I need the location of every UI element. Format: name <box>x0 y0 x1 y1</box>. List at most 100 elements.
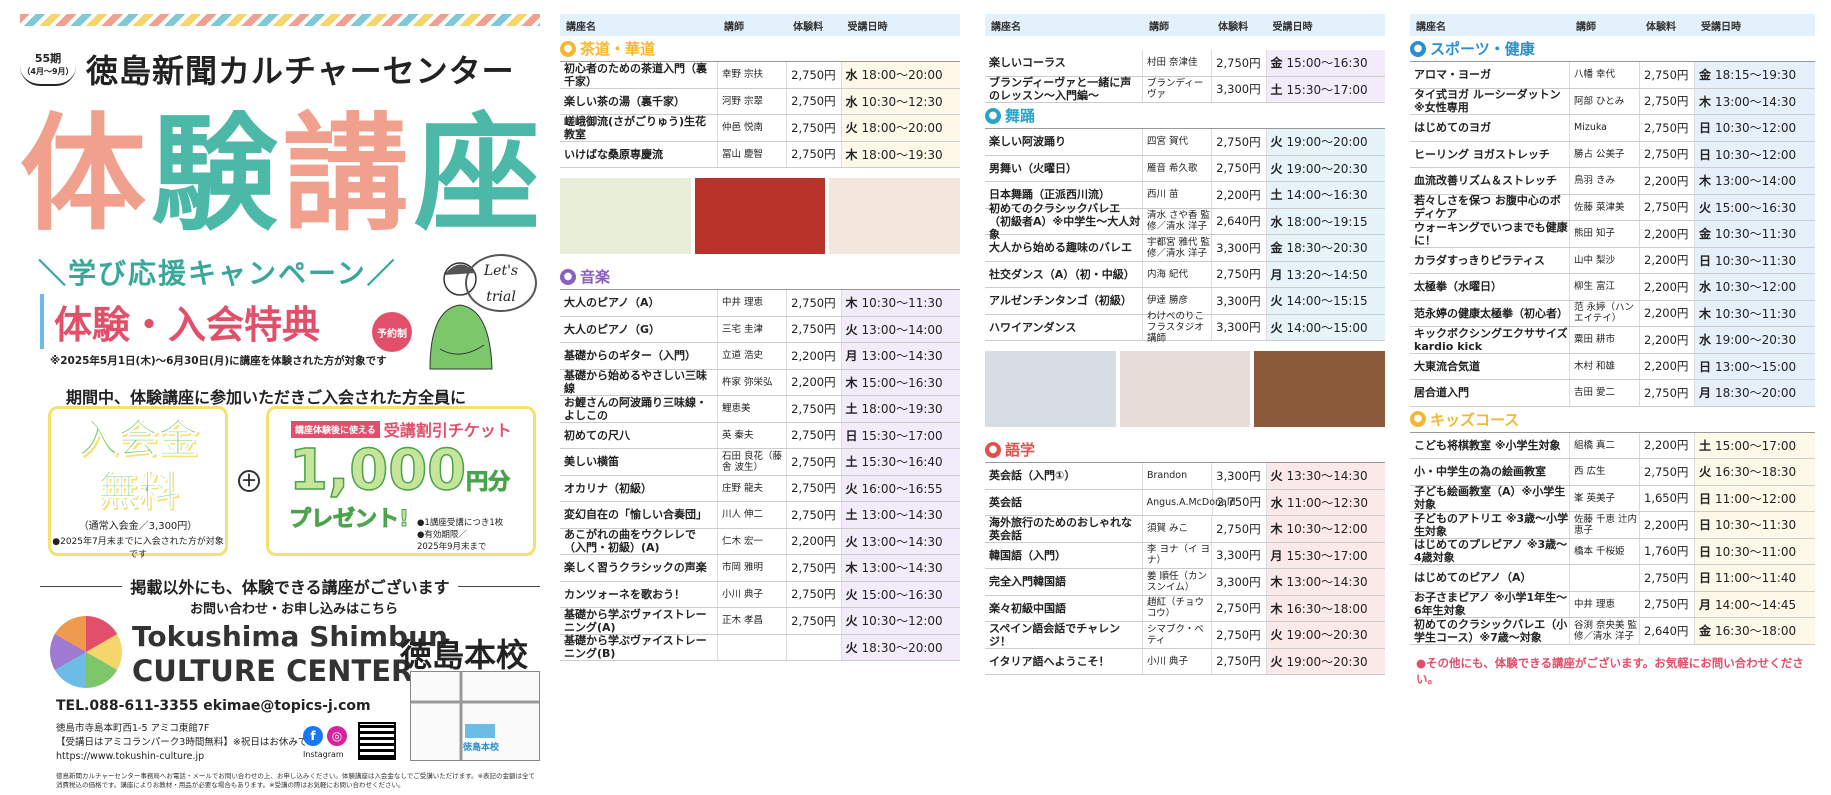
course-row[interactable]: 大人から始める趣味のバレエ 宇都宮 雅代 監修／清水 洋子 3,300円金 18:30… <box>985 235 1386 262</box>
course-row[interactable]: イタリア語へようこそ！ 小川 典子 2,750円火 19:00〜20:30 <box>985 648 1386 675</box>
course-row[interactable]: 初心者のための茶道入門（裏千家） 幸野 宗扶 2,750円水 18:00〜20:00 <box>560 62 961 89</box>
course-hours: 10:30〜11:30 <box>1715 306 1797 321</box>
course-hours: 10:30〜12:00 <box>1715 121 1797 136</box>
course-row[interactable]: スペイン語会話でチャレンジ！ シマブク・ベティ 2,750円火 19:00〜20:30 <box>985 622 1386 649</box>
course-row[interactable]: 子ども絵画教室（A）※小学生対象峯 英美子 1,650円日 11:00〜12:00 <box>1410 485 1815 512</box>
course-hours: 11:00〜11:40 <box>1715 571 1797 586</box>
course-row[interactable]: 血流改善リズム＆ストレッチ 鳥羽 きみ 2,200円木 13:00〜14:00 <box>1410 168 1815 195</box>
course-fee: 2,750円 <box>787 62 842 88</box>
course-row[interactable]: アロマ・ヨーガ 八幡 幸代 2,750円金 18:15〜19:30 <box>1410 62 1815 89</box>
course-row[interactable]: 居合道入門 吉田 愛二 2,750円月 18:30〜20:00 <box>1410 380 1815 407</box>
course-row[interactable]: あこがれの曲をウクレレで（入門・初級）(A) 仁木 宏一 2,200円火 13:00〜… <box>560 528 961 555</box>
course-name: 初めてのクラシックバレエ（初級者A）※中学生〜大人対象 <box>985 202 1143 241</box>
course-hours: 14:00〜15:15 <box>1286 294 1368 309</box>
course-row[interactable]: 范永婷の健康太極拳（初心者）范 永婷（ハン エイテイ） 2,200円木 10:30〜… <box>1410 300 1815 327</box>
course-name: 美しい横笛 <box>560 449 718 475</box>
course-row[interactable]: 海外旅行のためのおしゃれな英会話 須賀 みこ 2,750円木 10:30〜12:00 <box>985 516 1386 543</box>
tokuten-heading: 体験・入会特典 <box>40 294 320 349</box>
course-time: 木 10:30〜11:30 <box>841 290 961 316</box>
course-row[interactable]: 楽々初級中国語 趙紅（チョウ コウ） 2,750円木 16:30〜18:00 <box>985 595 1386 622</box>
course-row[interactable]: お子さまピアノ ※小学1年生〜6年生対象 中井 理恵 2,750円月 14:00〜14… <box>1410 591 1815 618</box>
course-teacher: 中井 理恵 <box>1570 591 1640 617</box>
brand-line-2: CULTURE CENTER <box>132 654 414 688</box>
website-link[interactable]: https://www.tokushin-culture.jp <box>56 750 317 764</box>
course-row[interactable]: いけばな桑原専慶流 冨山 慶智 2,750円木 18:00〜19:30 <box>560 141 961 168</box>
course-name: 男舞い（火曜日） <box>985 155 1143 181</box>
course-time: 水 18:00〜20:00 <box>841 62 961 88</box>
course-row[interactable]: 大東流合気道 木村 和雄 2,200円日 13:00〜15:00 <box>1410 353 1815 380</box>
course-time: 日 10:30〜12:00 <box>1695 115 1815 141</box>
course-row[interactable]: こども将棋教室 ※小学生対象 組橋 真二 2,200円土 15:00〜17:00 <box>1410 432 1815 459</box>
course-row[interactable]: 基礎からのギター（入門） 立道 浩史 2,200円月 13:00〜14:30 <box>560 343 961 370</box>
course-hours: 16:30〜18:00 <box>1715 624 1797 639</box>
course-fee: 3,300円 <box>1212 314 1267 340</box>
course-row[interactable]: カラダすっきりピラティス 山中 梨沙 2,200円日 10:30〜11:30 <box>1410 247 1815 274</box>
course-row[interactable]: 太極拳（水曜日） 柳生 富江 2,200円水 10:30〜12:00 <box>1410 274 1815 301</box>
course-name: 初めてのクラシックバレエ（小学生コース）※7歳〜対象 <box>1410 618 1570 644</box>
course-row[interactable]: ヒーリング ヨガストレッチ 勝占 公美子 2,750円日 10:30〜12:00 <box>1410 141 1815 168</box>
header-date: 受講日時 <box>847 21 888 33</box>
course-row[interactable]: 美しい横笛 石田 良花（藤舎 波生） 2,750円土 15:30〜16:40 <box>560 449 961 476</box>
course-day: 火 <box>1270 161 1283 176</box>
course-day: 月 <box>1699 386 1712 401</box>
course-row[interactable]: オカリナ（初級） 庄野 龍夫 2,750円火 16:00〜16:55 <box>560 475 961 502</box>
course-teacher: 西 広生 <box>1570 459 1640 485</box>
header-date: 受講日時 <box>1701 21 1741 33</box>
course-day: 金 <box>1270 56 1283 71</box>
course-row[interactable]: 楽しいコーラス 村田 奈津佳 2,750円金 15:00〜16:30 <box>985 50 1386 77</box>
course-row[interactable]: タイ式ヨガ ルーシーダットン ※女性専用 阿部 ひとみ 2,750円木 13:00〜1… <box>1410 88 1815 115</box>
course-name: 范永婷の健康太極拳（初心者） <box>1410 300 1570 326</box>
tea-icon: ● <box>560 40 576 57</box>
course-row[interactable]: 嵯峨御流(さがごりゅう)生花教室 仲邑 悦南 2,750円火 18:00〜20:00 <box>560 115 961 142</box>
course-row[interactable]: お鯉さんの阿波踊り三味線・よしこの 鯉恵美 2,750円土 18:00〜19:30 <box>560 396 961 423</box>
course-name: スペイン語会話でチャレンジ！ <box>985 622 1143 648</box>
course-row[interactable]: 若々しさを保つ お腹中心のボディケア 佐藤 菜津美 2,750円火 15:00〜16:… <box>1410 194 1815 221</box>
course-row[interactable]: 初めてのクラシックバレエ（初級者A）※中学生〜大人対象 清水 さや香 監修／清水 … <box>985 202 1386 241</box>
course-row[interactable]: ブランディーヴァと一緒に声のレッスン〜入門編〜 ブランディーヴァ 3,300円土 15… <box>985 76 1386 103</box>
header-name: 講座名 <box>566 21 596 33</box>
promo-panel: 55期 （4月〜9月） 徳島新聞カルチャーセンター 体 験 講 座 ＼学び応援キャ… <box>20 14 541 789</box>
header-teacher: 講師 <box>723 21 744 33</box>
course-row[interactable]: ウォーキングでいつまでも健康に！ 熊田 知子 2,200円金 10:30〜11:30 <box>1410 221 1815 248</box>
course-name: 大人のピアノ（A） <box>560 290 718 316</box>
course-row[interactable]: 基礎から学ぶヴァイストレーニング(A) 正木 孝昌 2,750円火 10:30〜12:… <box>560 608 961 635</box>
course-name: アルゼンチンタンゴ（初級） <box>985 288 1143 314</box>
course-row[interactable]: 韓国語（入門）李 ヨナ（イ ヨナ） 3,300円月 15:30〜17:00 <box>985 542 1386 569</box>
course-row[interactable]: 基礎から学ぶヴァイストレーニング(B) 火 18:30〜20:00 <box>560 634 961 661</box>
facebook-icon[interactable]: f <box>303 726 323 746</box>
course-name: オカリナ（初級） <box>560 475 718 501</box>
course-row[interactable]: カンツォーネを歌おう！ 小川 典子 2,750円火 15:00〜16:30 <box>560 581 961 608</box>
course-row[interactable]: はじめてのヨガ Mizuka 2,750円日 10:30〜12:00 <box>1410 115 1815 142</box>
course-row[interactable]: 楽しい茶の湯（裏千家） 河野 宗翠 2,750円水 10:30〜12:30 <box>560 88 961 115</box>
course-row[interactable]: 大人のピアノ（G） 三宅 圭津 2,750円火 13:00〜14:00 <box>560 316 961 343</box>
decorative-stripe <box>20 14 540 26</box>
course-row[interactable]: 男舞い（火曜日） 雁音 希久歌 2,750円火 19:00〜20:30 <box>985 155 1386 182</box>
course-row[interactable]: 楽しく習うクラシックの声楽 市岡 雅明 2,750円木 13:00〜14:30 <box>560 555 961 582</box>
course-row[interactable]: 小・中学生の為の絵画教室西 広生 2,750円火 16:30〜18:30 <box>1410 459 1815 486</box>
course-row[interactable]: キックボクシングエクササイズ kardio kick 粟田 耕市 2,200円水 19… <box>1410 327 1815 354</box>
course-row[interactable]: はじめてのピアノ（A） 2,750円日 11:00〜11:40 <box>1410 565 1815 592</box>
course-row[interactable]: 楽しい阿波踊り 四宮 賀代 2,750円火 19:00〜20:00 <box>985 129 1386 156</box>
course-row[interactable]: 基礎から始めるやさしい三味線 杵家 弥栄弘 2,200円木 15:00〜16:30 <box>560 369 961 396</box>
newspaper-photo <box>985 351 1116 427</box>
course-day: 木 <box>845 375 858 390</box>
course-row[interactable]: 初めての尺八英 秦夫 2,750円日 15:30〜17:00 <box>560 422 961 449</box>
course-name: 完全入門韓国語 <box>985 569 1143 595</box>
course-row[interactable]: 大人のピアノ（A） 中井 理恵 2,750円木 10:30〜11:30 <box>560 290 961 317</box>
photo-strip <box>560 178 961 254</box>
course-row[interactable]: ハワイアンダンス わけべのりこ フラスタジオ講師 3,300円火 14:00〜15:0… <box>985 311 1386 344</box>
instagram-icon[interactable]: ◎ <box>327 726 347 746</box>
course-day: 木 <box>1699 94 1712 109</box>
course-row[interactable]: 変幻自在の「愉しい合奏団」 川人 伸二 2,750円土 13:00〜14:30 <box>560 502 961 529</box>
course-time: 金 18:30〜20:30 <box>1266 235 1386 261</box>
course-row[interactable]: 英会話（入門①） Brandon 3,300円火 13:30〜14:30 <box>985 463 1386 490</box>
course-row[interactable]: 社交ダンス（A）（初・中級） 内海 紀代 2,750円月 13:20〜14:50 <box>985 261 1386 288</box>
term-sub: （4月〜9月） <box>22 66 74 76</box>
course-row[interactable]: 子どものアトリエ ※3歳〜小学生対象 佐藤 千恵 辻内 恵子 2,200円日 10:3… <box>1410 512 1815 539</box>
course-row[interactable]: はじめてのプレピアノ ※3歳〜4歳対象 橋本 千桜姫 1,760円日 10:30〜11… <box>1410 538 1815 565</box>
course-row[interactable]: 初めてのクラシックバレエ（小学生コース）※7歳〜対象 谷渕 奈央美 監修／清水 洋… <box>1410 618 1815 645</box>
course-row[interactable]: 完全入門韓国語姜 順任（カン スンイム） 3,300円木 13:00〜14:30 <box>985 569 1386 596</box>
course-row[interactable]: 英会話 Angus.A.McDonald 2,750円水 11:00〜12:30 <box>985 489 1385 516</box>
course-teacher: 立道 浩史 <box>718 343 788 369</box>
course-day: 土 <box>1699 438 1712 453</box>
